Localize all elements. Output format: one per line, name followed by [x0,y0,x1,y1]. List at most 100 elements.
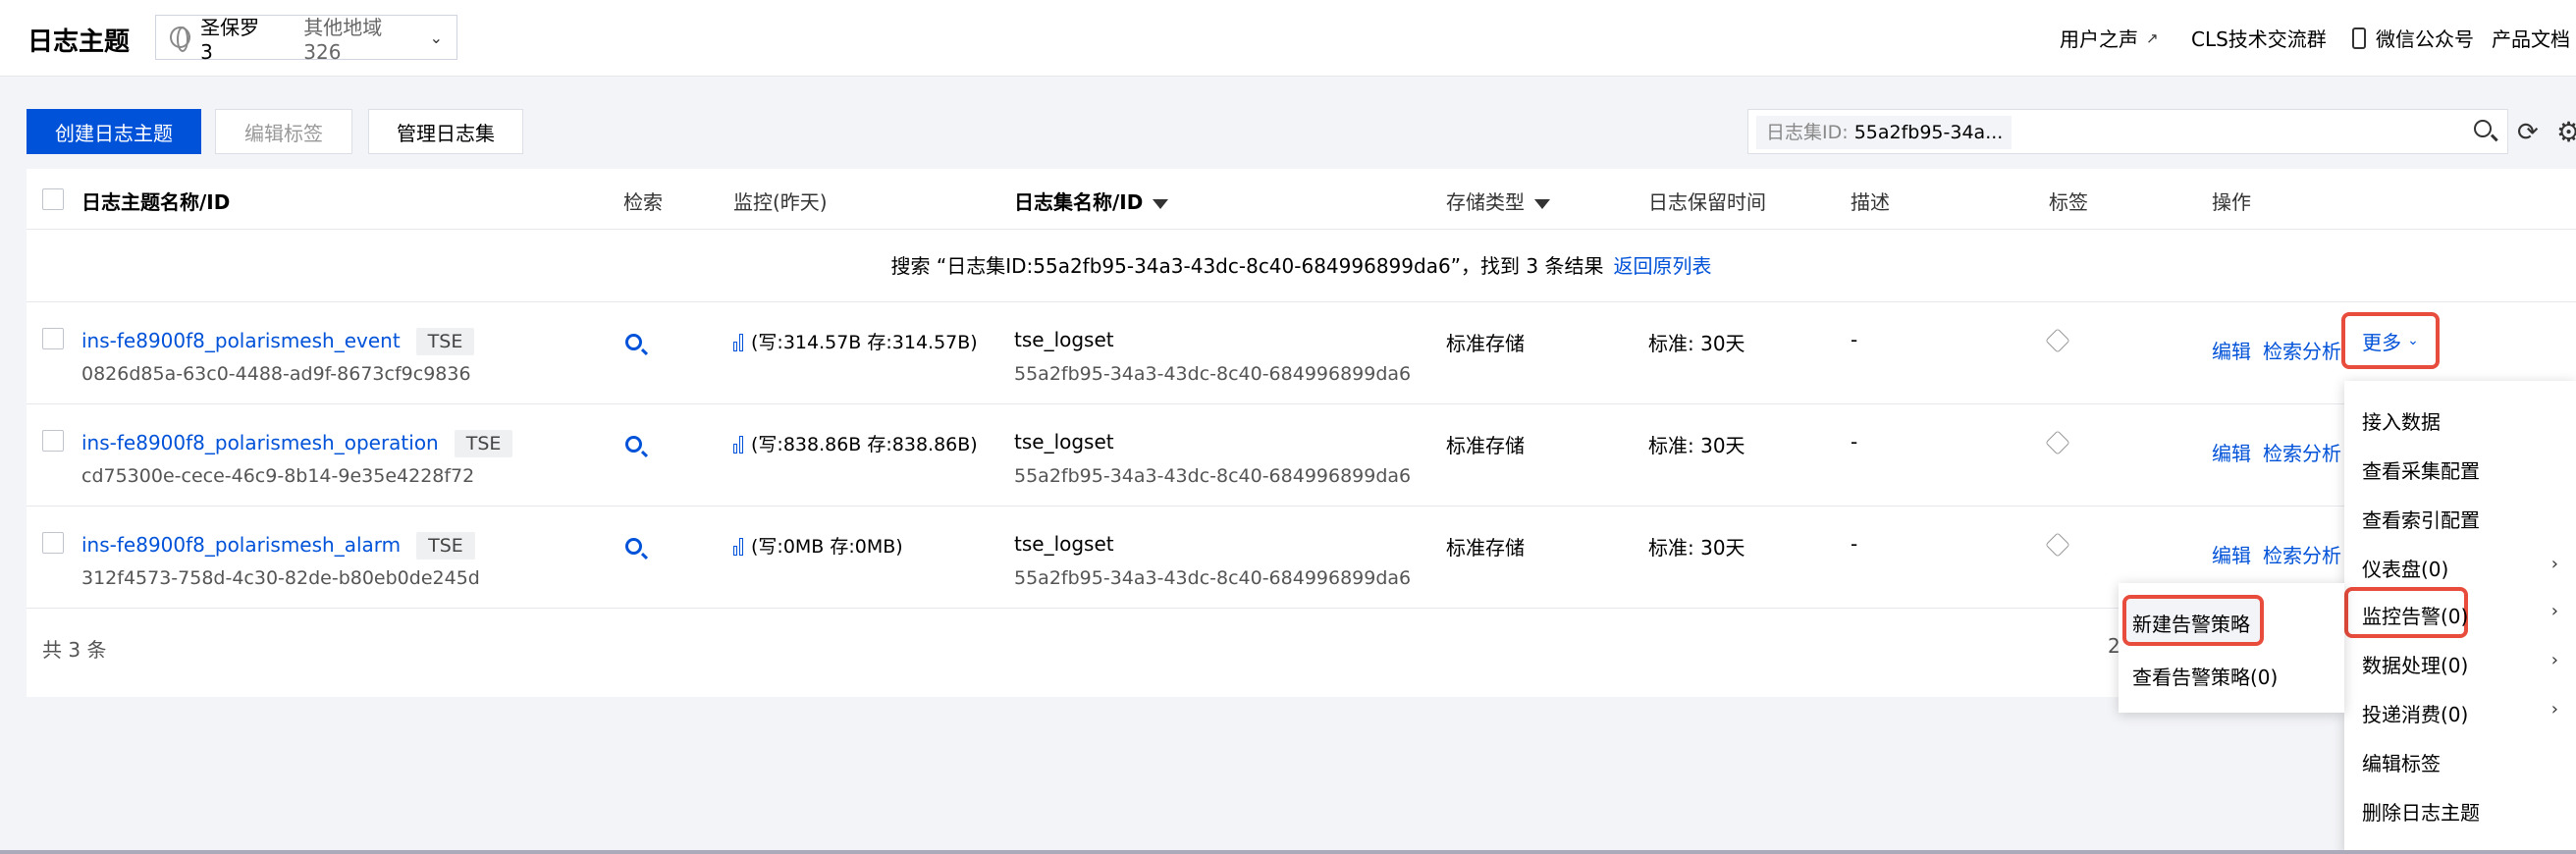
search-analyze-link[interactable]: 检索分析 [2263,544,2341,567]
tag-icon[interactable] [2045,532,2070,558]
retention: 标准: 30天 [1648,434,1745,457]
topic-name-link[interactable]: ins-fe8900f8_polarismesh_operation TSE [81,430,513,457]
search-icon[interactable] [2474,120,2497,143]
manage-logset-button[interactable]: 管理日志集 [368,109,523,154]
chevron-right-icon: › [2550,601,2558,621]
row-checkbox[interactable] [42,328,64,349]
refresh-icon[interactable]: ⟳ [2517,118,2539,147]
filter-icon[interactable] [1534,198,1550,209]
retention: 标准: 30天 [1648,536,1745,560]
cls-group-link[interactable]: CLS技术交流群 [2191,24,2327,52]
th-tags: 标签 [2049,190,2088,214]
th-storage[interactable]: 存储类型 [1446,187,1550,215]
description: - [1851,328,1858,351]
wechat-link[interactable]: 微信公众号 [2352,24,2474,52]
search-icon[interactable] [625,334,647,355]
region-other: 其他地域 326 [303,15,383,64]
storage-type: 标准存储 [1446,434,1525,457]
search-icon[interactable] [625,436,647,457]
description: - [1851,430,1858,454]
edit-link[interactable]: 编辑 [2212,340,2251,363]
logset-id: 55a2fb95-34a3-43dc-8c40-684996899da6 [1014,465,1412,487]
chevron-down-icon: ⌄ [2407,333,2419,348]
filter-icon[interactable] [1153,198,1169,209]
search-analyze-link[interactable]: 检索分析 [2263,442,2341,465]
alarm-submenu: 新建告警策略 查看告警策略(0) [2119,583,2344,713]
view-alarm-policy-item[interactable]: 查看告警策略(0) [2132,662,2278,690]
monitor-value[interactable]: (写:838.86B 存:838.86B) [733,430,978,456]
menu-item-monitor-alarm[interactable]: 监控告警(0) [2362,601,2468,629]
menu-item-delete-topic[interactable]: 删除日志主题 [2362,797,2480,826]
bar-chart-icon [733,536,745,556]
search-filter-tag[interactable]: 日志集ID: 55a2fb95-34a... [1756,116,2012,149]
search-input[interactable]: 日志集ID: 55a2fb95-34a... [1747,109,2508,154]
th-logset[interactable]: 日志集名称/ID [1014,187,1169,215]
globe-icon [170,27,191,52]
monitor-value[interactable]: (写:314.57B 存:314.57B) [733,328,978,354]
edit-link[interactable]: 编辑 [2212,544,2251,567]
tse-badge: TSE [415,328,475,355]
storage-type: 标准存储 [1446,536,1525,560]
tag-icon[interactable] [2045,430,2070,455]
logset-id: 55a2fb95-34a3-43dc-8c40-684996899da6 [1014,567,1412,589]
storage-type: 标准存储 [1446,332,1525,355]
menu-item-edit-tags[interactable]: 编辑标签 [2362,748,2441,776]
topic-name-link[interactable]: ins-fe8900f8_polarismesh_event TSE [81,328,475,355]
menu-item-data-processing[interactable]: 数据处理(0) [2362,650,2468,678]
table-row: ins-fe8900f8_polarismesh_operation TSE cd… [27,404,2576,507]
edit-link[interactable]: 编辑 [2212,442,2251,465]
more-button[interactable]: 更多 ⌄ [2341,312,2440,369]
th-monitor: 监控(昨天) [733,190,828,214]
row-ops: 编辑 检索分析 [2212,540,2353,568]
create-alarm-policy-item[interactable]: 新建告警策略 [2132,609,2250,637]
bottom-edge [0,850,2576,854]
logset-name: tse_logset [1014,430,1114,454]
row-checkbox[interactable] [42,532,64,554]
menu-item-collect-config[interactable]: 查看采集配置 [2362,455,2480,484]
chevron-right-icon: › [2550,699,2558,720]
tag-icon[interactable] [2045,328,2070,353]
edit-tags-button: 编辑标签 [215,109,352,154]
external-link-icon: ↗ [2146,28,2159,47]
search-result-info: 搜索 “日志集ID:55a2fb95-34a3-43dc-8c40-684996… [27,230,2576,302]
row-checkbox[interactable] [42,430,64,452]
top-header: 日志主题 圣保罗 3 其他地域 326 ⌄ 用户之声 ↗ CLS技术交流群 微信… [0,0,2576,77]
th-search: 检索 [623,190,663,214]
logset-name: tse_logset [1014,532,1114,556]
menu-item-dashboard[interactable]: 仪表盘(0) [2362,554,2448,582]
search-icon[interactable] [625,538,647,560]
bar-chart-icon [733,434,745,454]
th-desc: 描述 [1851,190,1890,214]
chevron-down-icon: ⌄ [429,27,443,47]
th-retention: 日志保留时间 [1648,190,1766,214]
tse-badge: TSE [416,532,475,560]
select-all-checkbox[interactable] [42,188,64,210]
total-count: 共 3 条 [42,638,107,662]
phone-icon [2352,27,2366,49]
docs-link[interactable]: 产品文档 [2492,24,2570,52]
menu-item-index-config[interactable]: 查看索引配置 [2362,505,2480,533]
menu-item-delivery[interactable]: 投递消费(0) [2362,699,2468,727]
logset-id: 55a2fb95-34a3-43dc-8c40-684996899da6 [1014,363,1412,385]
monitor-value[interactable]: (写:0MB 存:0MB) [733,532,903,559]
topic-id: 0826d85a-63c0-4488-ad9f-8673cf9c9836 [81,363,471,385]
back-to-list-link[interactable]: 返回原列表 [1613,254,1711,278]
description: - [1851,532,1858,556]
table-row: ins-fe8900f8_polarismesh_event TSE 0826d8… [27,302,2576,404]
region-selector[interactable]: 圣保罗 3 其他地域 326 ⌄ [155,15,457,64]
gear-icon[interactable]: ⚙ [2556,116,2576,148]
menu-item-ingest[interactable]: 接入数据 [2362,406,2441,435]
topic-name-link[interactable]: ins-fe8900f8_polarismesh_alarm TSE [81,532,475,560]
chevron-right-icon: › [2550,650,2558,670]
table-header: 日志主题名称/ID 检索 监控(昨天) 日志集名称/ID 存储类型 日志保留时间… [27,169,2576,230]
logset-name: tse_logset [1014,328,1114,351]
user-voice-link[interactable]: 用户之声 ↗ [2060,24,2159,52]
topic-id: 312f4573-758d-4c30-82de-b80eb0de245d [81,567,480,589]
create-topic-button[interactable]: 创建日志主题 [27,109,201,154]
row-ops: 编辑 检索分析 [2212,336,2353,364]
bar-chart-icon [733,332,745,351]
retention: 标准: 30天 [1648,332,1745,355]
row-ops: 编辑 检索分析 [2212,438,2353,466]
more-dropdown-menu: 接入数据 查看采集配置 查看索引配置 仪表盘(0) › 监控告警(0) › 数据… [2344,381,2576,854]
search-analyze-link[interactable]: 检索分析 [2263,340,2341,363]
